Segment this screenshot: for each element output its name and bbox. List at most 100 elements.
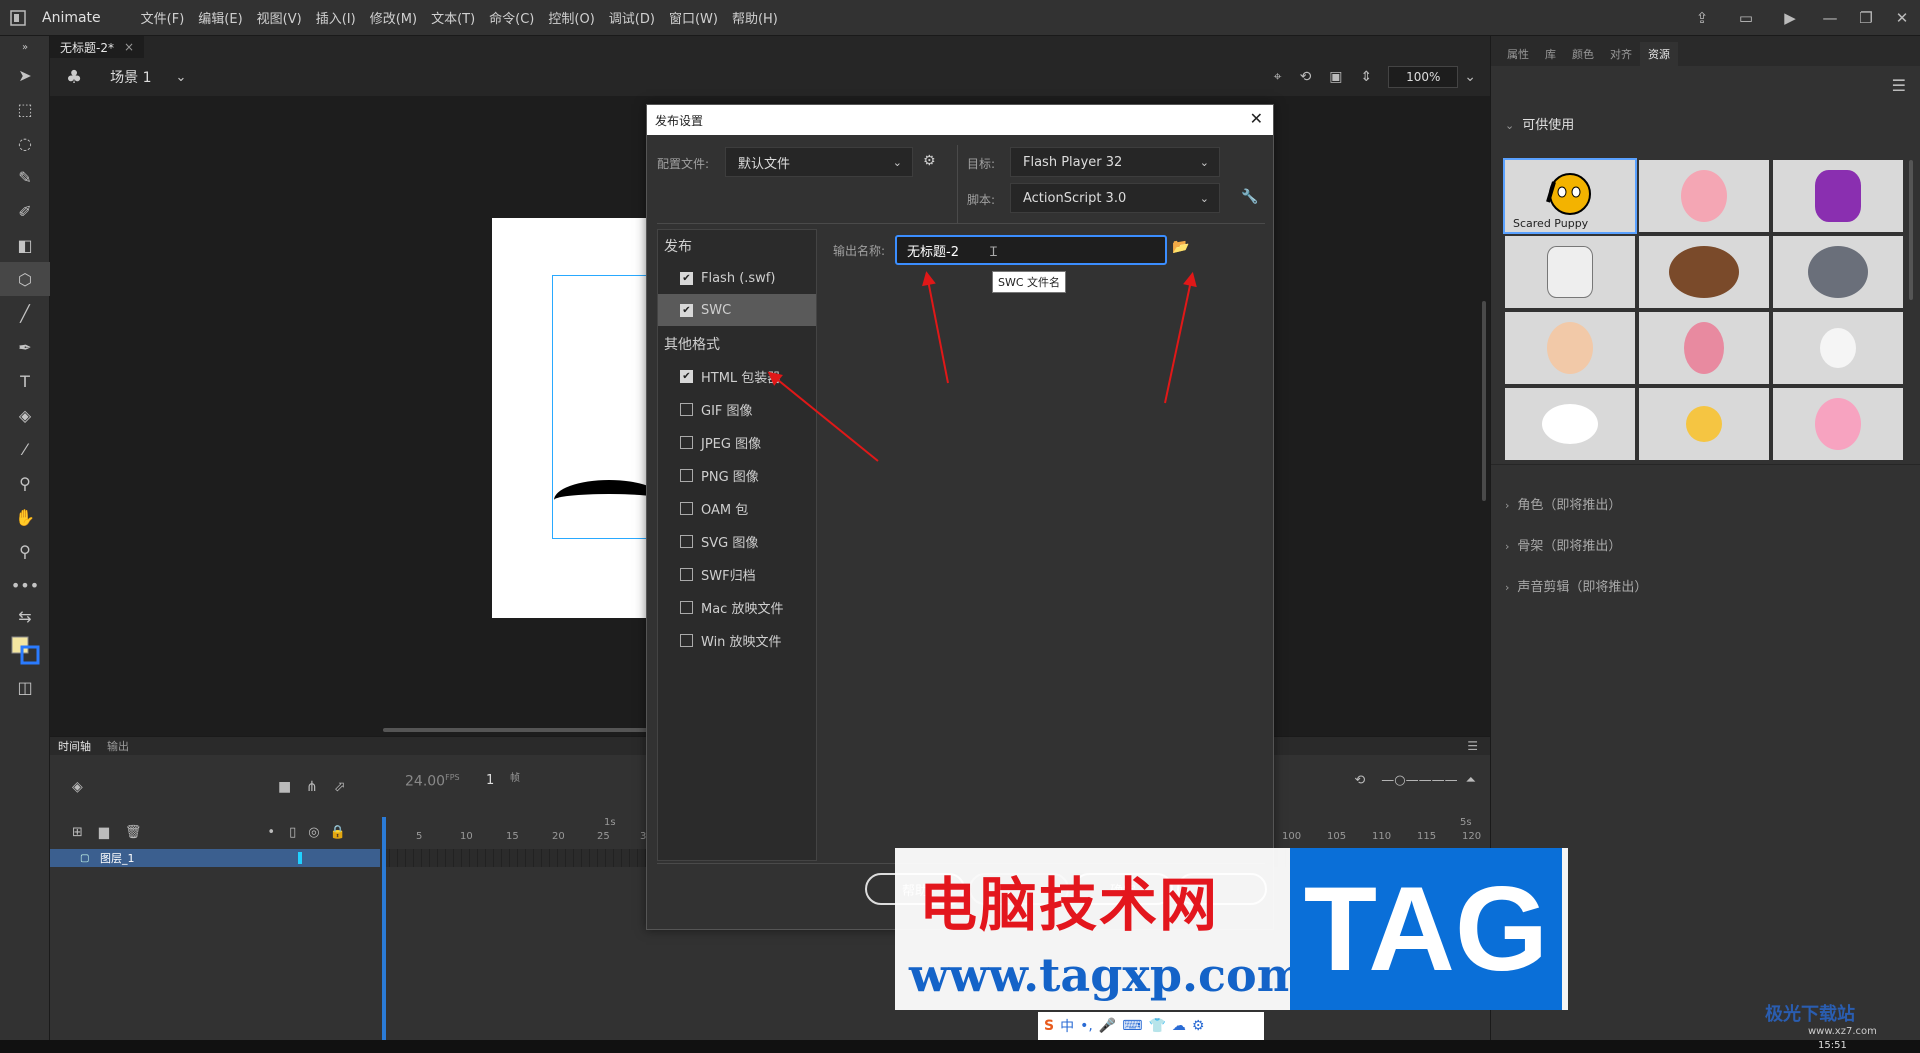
format-flash-swf[interactable]: ✔ Flash (.swf) — [658, 262, 816, 294]
tab-assets[interactable]: 资源 — [1640, 42, 1678, 66]
close-window-icon[interactable]: ✕ — [1884, 9, 1920, 27]
paint-bucket-tool-icon[interactable]: ◈ — [0, 398, 50, 432]
section-characters[interactable]: › 角色（即将推出） — [1505, 494, 1621, 513]
timeline-menu-icon[interactable]: ☰ — [1467, 739, 1478, 753]
settings-icon[interactable]: ⚙ — [1192, 1018, 1205, 1034]
asset-rabbit[interactable] — [1505, 388, 1635, 460]
checkbox-icon[interactable] — [680, 534, 693, 548]
menu-text[interactable]: 文本(T) — [431, 8, 475, 27]
section-rigs[interactable]: › 骨架（即将推出） — [1505, 535, 1621, 554]
menu-debug[interactable]: 调试(D) — [609, 8, 655, 27]
skin-icon[interactable]: 👕 — [1148, 1018, 1165, 1034]
brush-tool-icon[interactable]: ✎ — [0, 160, 50, 194]
checkbox-icon[interactable] — [680, 600, 693, 614]
scene-icon[interactable]: ♣ — [66, 67, 82, 88]
format-mac-projector[interactable]: Mac 放映文件 — [658, 591, 816, 623]
object-drawing-icon[interactable]: ◫ — [0, 670, 50, 704]
menu-edit[interactable]: 编辑(E) — [198, 8, 242, 27]
pin-tool-icon[interactable]: ⚲ — [0, 466, 50, 500]
tab-color[interactable]: 颜色 — [1564, 42, 1602, 66]
restore-icon[interactable]: ❐ — [1848, 9, 1884, 27]
checkbox-checked-icon[interactable]: ✔ — [680, 369, 693, 383]
section-sounds[interactable]: › 声音剪辑（即将推出） — [1505, 576, 1647, 595]
eraser-tool-icon[interactable]: ◧ — [0, 228, 50, 262]
section-available[interactable]: ⌄ 可供使用 — [1505, 114, 1574, 133]
scene-dropdown-icon[interactable]: ⌄ — [176, 70, 187, 85]
line-tool-icon[interactable]: ╱ — [0, 296, 50, 330]
lasso-tool-icon[interactable]: ◌ — [0, 126, 50, 160]
swap-colors-icon[interactable]: ⇆ — [0, 602, 50, 630]
layer-parenting-icon[interactable]: ⋔ — [306, 779, 318, 795]
checkbox-icon[interactable] — [680, 402, 693, 416]
delete-layer-icon[interactable]: 🗑 — [125, 825, 142, 840]
hand-tool-icon[interactable]: ✋ — [0, 500, 50, 534]
checkbox-icon[interactable] — [680, 435, 693, 449]
format-swc[interactable]: ✔ SWC — [658, 294, 816, 326]
target-select[interactable]: Flash Player 32 ⌄ — [1010, 147, 1220, 177]
asset-pig-parachute[interactable] — [1639, 160, 1769, 232]
asset-boy[interactable] — [1639, 388, 1769, 460]
ime-mode[interactable]: 中 — [1060, 1016, 1074, 1036]
menu-modify[interactable]: 修改(M) — [370, 8, 417, 27]
current-frame[interactable]: 1 — [486, 773, 494, 788]
format-png[interactable]: PNG 图像 — [658, 459, 816, 491]
assets-scrollbar[interactable] — [1909, 160, 1913, 300]
script-select[interactable]: ActionScript 3.0 ⌄ — [1010, 183, 1220, 213]
app-logo-icon[interactable] — [0, 0, 36, 36]
free-transform-tool-icon[interactable]: ⬚ — [0, 92, 50, 126]
polygon-tool-icon[interactable]: ⬡ — [0, 262, 50, 296]
close-icon[interactable]: ✕ — [1250, 109, 1263, 128]
layer-name[interactable]: 图层_1 — [100, 850, 135, 866]
format-svg[interactable]: SVG 图像 — [658, 525, 816, 557]
asset-warrior[interactable] — [1639, 236, 1769, 308]
zoom-tool-icon[interactable]: ⚲ — [0, 534, 50, 568]
tab-timeline[interactable]: 时间轴 — [50, 738, 99, 754]
format-gif[interactable]: GIF 图像 — [658, 393, 816, 425]
tab-output[interactable]: 输出 — [99, 738, 137, 754]
checkbox-checked-icon[interactable]: ✔ — [680, 271, 693, 285]
document-tab[interactable]: 无标题-2* × — [50, 36, 145, 58]
menu-view[interactable]: 视图(V) — [257, 8, 302, 27]
asset-pink-pig[interactable] — [1773, 388, 1903, 460]
camera-icon[interactable]: ■ — [278, 779, 291, 795]
format-jpeg[interactable]: JPEG 图像 — [658, 426, 816, 458]
minimize-icon[interactable]: — — [1812, 9, 1848, 27]
paint-brush-tool-icon[interactable]: ✐ — [0, 194, 50, 228]
menu-commands[interactable]: 命令(C) — [489, 8, 534, 27]
asset-skeleton[interactable] — [1505, 236, 1635, 308]
menu-insert[interactable]: 插入(I) — [316, 8, 356, 27]
more-tools-icon[interactable]: ••• — [0, 568, 50, 602]
asset-ninja[interactable] — [1773, 160, 1903, 232]
folder-icon[interactable]: 📂 — [1172, 239, 1189, 255]
menu-help[interactable]: 帮助(H) — [732, 8, 778, 27]
wrench-icon[interactable]: 🔧 — [1241, 189, 1258, 205]
stage-vertical-scrollbar[interactable] — [1482, 301, 1486, 501]
format-html-wrapper[interactable]: ✔ HTML 包装器 — [658, 360, 816, 392]
highlight-dot-icon[interactable]: • — [267, 825, 275, 840]
eyedropper-tool-icon[interactable]: ⁄ — [0, 432, 50, 466]
checkbox-icon[interactable] — [680, 567, 693, 581]
asset-rhino-gunner[interactable] — [1773, 236, 1903, 308]
tab-properties[interactable]: 属性 — [1499, 42, 1537, 66]
layers-icon[interactable]: ◈ — [72, 779, 83, 795]
center-stage-icon[interactable]: ⌖ — [1274, 69, 1282, 85]
selection-tool-icon[interactable]: ➤ — [0, 58, 50, 92]
menu-file[interactable]: 文件(F) — [141, 8, 185, 27]
ime-logo[interactable]: S — [1044, 1018, 1054, 1034]
format-win-projector[interactable]: Win 放映文件 — [658, 624, 816, 656]
checkbox-icon[interactable] — [680, 468, 693, 482]
menu-control[interactable]: 控制(O) — [548, 8, 594, 27]
pen-tool-icon[interactable]: ✒ — [0, 330, 50, 364]
rotation-icon[interactable]: ⟲ — [1300, 69, 1312, 85]
checkbox-checked-icon[interactable]: ✔ — [680, 303, 693, 317]
keyboard-icon[interactable]: ⌨ — [1122, 1018, 1142, 1034]
text-tool-icon[interactable]: T — [0, 364, 50, 398]
panel-menu-icon[interactable]: ☰ — [1892, 76, 1906, 95]
clip-icon[interactable]: ▣ — [1329, 69, 1342, 85]
layer-color-marker[interactable] — [298, 852, 302, 864]
lock-icon[interactable]: 🔒 — [330, 825, 346, 840]
zoom-dropdown-icon[interactable]: ⌄ — [1464, 69, 1476, 85]
close-tab-icon[interactable]: × — [124, 40, 134, 54]
microphone-icon[interactable]: 🎤 — [1099, 1018, 1116, 1034]
fit-frames-icon[interactable]: ⏶ — [1466, 773, 1476, 788]
